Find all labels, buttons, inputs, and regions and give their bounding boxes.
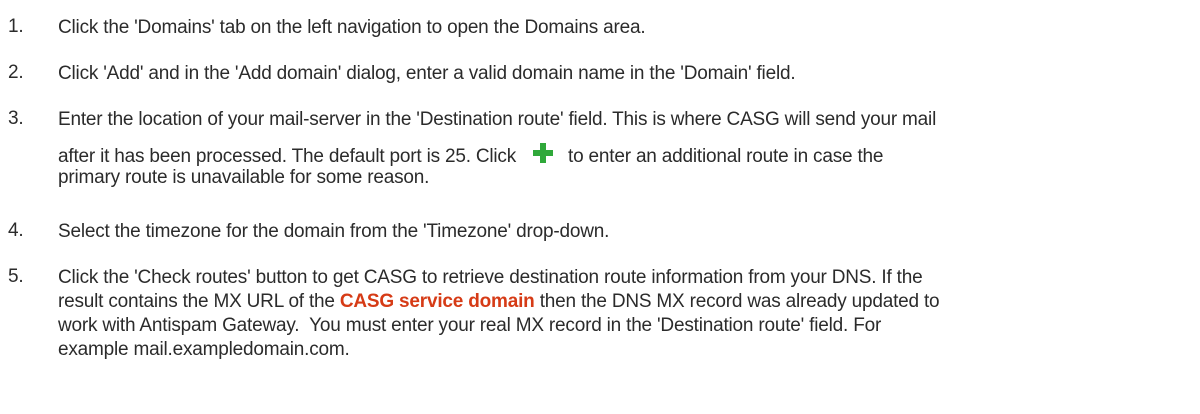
step-text-segment: then the DNS MX record was already updat… [539,291,940,312]
step-text-line: after it has been processed. The default… [58,142,1195,167]
casg-service-domain-link[interactable]: CASG service domain [340,291,535,312]
step-text: Select the timezone for the domain from … [58,221,610,242]
step-number: 5. [8,266,24,287]
step-text-segment: to enter an additional route in case the [568,146,884,167]
step-number: 1. [8,16,24,37]
step-number: 4. [8,220,24,241]
green-plus-icon [533,143,554,163]
step-number: 2. [8,62,24,83]
step-number: 3. [8,108,24,129]
step-text-line: Enter the location of your mail-server i… [58,109,937,130]
step-text-line: Click the 'Check routes' button to get C… [58,267,923,288]
instruction-list: 1. Click the 'Domains' tab on the left n… [0,0,1200,414]
step-text-line: example mail.exampledomain.com. [58,339,350,360]
step-text: Click the 'Domains' tab on the left navi… [58,17,646,38]
step-text-line: primary route is unavailable for some re… [58,167,430,188]
step-text-segment: result contains the MX URL of the [58,291,335,312]
step-text-line: result contains the MX URL of the CASG s… [58,290,1195,314]
step-text-segment: after it has been processed. The default… [58,146,517,167]
step-text: Click 'Add' and in the 'Add domain' dial… [58,63,796,84]
step-text-line: work with Antispam Gateway. You must ent… [58,315,882,336]
